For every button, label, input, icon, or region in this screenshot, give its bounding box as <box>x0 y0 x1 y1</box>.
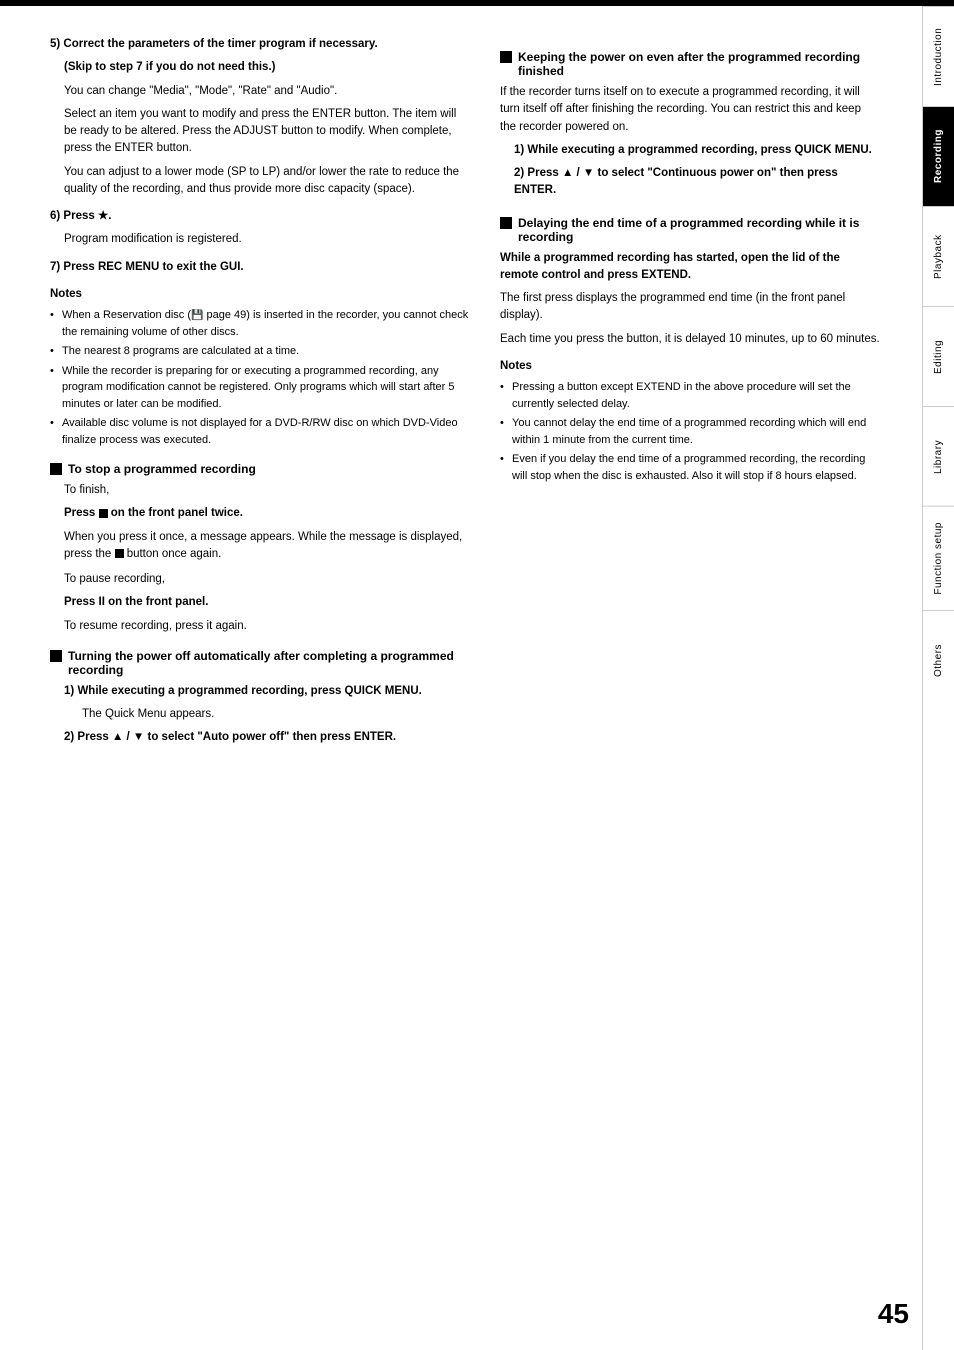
left-note-3: While the recorder is preparing for or e… <box>50 363 470 413</box>
stop-bold1: Press on the front panel twice. <box>64 505 470 522</box>
auto-off-square <box>50 650 62 662</box>
delay-label: Delaying the end time of a programmed re… <box>518 216 880 244</box>
stop-section-square <box>50 463 62 475</box>
step5-para3: You can adjust to a lower mode (SP to LP… <box>64 164 470 199</box>
sidebar-tab-recording[interactable]: Recording <box>923 106 954 206</box>
delay-para2: Each time you press the button, it is de… <box>500 331 880 348</box>
step5-skip: (Skip to step 7 if you do not need this.… <box>64 59 470 76</box>
keep-power-step1: 1) While executing a programmed recordin… <box>514 142 880 159</box>
delay-notes-list: Pressing a button except EXTEND in the a… <box>500 379 880 484</box>
step-6: 6) Press ★. Program modification is regi… <box>50 208 470 249</box>
main-content: 5) Correct the parameters of the timer p… <box>0 6 922 1350</box>
sidebar-tab-playback-label: Playback <box>933 234 944 279</box>
step6-heading: 6) Press ★. <box>50 208 470 225</box>
delay-square <box>500 217 512 229</box>
auto-off-label: Turning the power off automatically afte… <box>68 649 470 677</box>
keep-power-step2-heading: 2) Press ▲ / ▼ to select "Continuous pow… <box>514 165 880 200</box>
auto-off-title: Turning the power off automatically afte… <box>50 649 470 677</box>
left-notes-list: When a Reservation disc (💾 page 49) is i… <box>50 307 470 448</box>
stop-para3: To pause recording, <box>64 571 470 588</box>
left-notes-title: Notes <box>50 286 470 303</box>
step7-heading: 7) Press REC MENU to exit the GUI. <box>50 259 470 276</box>
auto-off-step1-desc: The Quick Menu appears. <box>82 706 470 723</box>
left-notes: Notes When a Reservation disc (💾 page 49… <box>50 286 470 448</box>
page-container: 5) Correct the parameters of the timer p… <box>0 6 954 1350</box>
sidebar: Introduction Recording Playback Editing … <box>922 6 954 1350</box>
stop-para4: To resume recording, press it again. <box>64 618 470 635</box>
sidebar-tab-library-label: Library <box>933 439 944 473</box>
stop-para2: When you press it once, a message appear… <box>64 529 470 564</box>
delay-note-2: You cannot delay the end time of a progr… <box>500 415 880 448</box>
stop-icon1 <box>99 509 108 518</box>
disc-icon: 💾 <box>191 310 203 321</box>
sidebar-tab-others-label: Others <box>933 644 944 677</box>
delay-para1: The first press displays the programmed … <box>500 290 880 325</box>
auto-off-section: Turning the power off automatically afte… <box>50 649 470 747</box>
sidebar-tab-library[interactable]: Library <box>923 406 954 506</box>
keep-power-label: Keeping the power on even after the prog… <box>518 50 880 78</box>
left-note-1: When a Reservation disc (💾 page 49) is i… <box>50 307 470 340</box>
auto-off-step1-num: 1) <box>64 685 74 697</box>
delay-bold-para: While a programmed recording has started… <box>500 250 880 285</box>
delay-notes: Notes Pressing a button except EXTEND in… <box>500 358 880 484</box>
left-column: 5) Correct the parameters of the timer p… <box>50 36 470 1320</box>
step-5: 5) Correct the parameters of the timer p… <box>50 36 470 198</box>
stop-section: To stop a programmed recording To finish… <box>50 462 470 635</box>
step5-heading: 5) Correct the parameters of the timer p… <box>50 36 470 53</box>
delay-note-1: Pressing a button except EXTEND in the a… <box>500 379 880 412</box>
sidebar-tab-function-setup[interactable]: Function setup <box>923 506 954 610</box>
auto-off-step1-heading: 1) While executing a programmed recordin… <box>64 683 470 700</box>
auto-off-step1: 1) While executing a programmed recordin… <box>64 683 470 724</box>
sidebar-tab-introduction[interactable]: Introduction <box>923 6 954 106</box>
keep-power-section: Keeping the power on even after the prog… <box>500 50 880 200</box>
sidebar-tab-playback[interactable]: Playback <box>923 206 954 306</box>
auto-off-step1-text: While executing a programmed recording, … <box>77 685 421 697</box>
right-column: Keeping the power on even after the prog… <box>490 36 880 1320</box>
sidebar-tab-function-setup-label: Function setup <box>933 522 944 595</box>
step5-para1: You can change "Media", "Mode", "Rate" a… <box>64 83 470 100</box>
step6-text: Program modification is registered. <box>64 231 470 248</box>
stop-bold2: Press II on the front panel. <box>64 594 470 611</box>
delay-section: Delaying the end time of a programmed re… <box>500 216 880 485</box>
sidebar-tab-introduction-label: Introduction <box>933 27 944 85</box>
left-note-2: The nearest 8 programs are calculated at… <box>50 343 470 360</box>
keep-power-square <box>500 51 512 63</box>
keep-power-title: Keeping the power on even after the prog… <box>500 50 880 78</box>
stop-section-title: To stop a programmed recording <box>50 462 470 476</box>
step5-para2: Select an item you want to modify and pr… <box>64 106 470 158</box>
step-7: 7) Press REC MENU to exit the GUI. <box>50 259 470 276</box>
keep-power-step1-heading: 1) While executing a programmed recordin… <box>514 142 880 159</box>
delay-note-3: Even if you delay the end time of a prog… <box>500 451 880 484</box>
stop-icon2 <box>115 549 124 558</box>
delay-title: Delaying the end time of a programmed re… <box>500 216 880 244</box>
delay-notes-title: Notes <box>500 358 880 375</box>
sidebar-tab-others[interactable]: Others <box>923 610 954 710</box>
keep-power-para1: If the recorder turns itself on to execu… <box>500 84 880 136</box>
sidebar-tab-recording-label: Recording <box>933 130 944 184</box>
sidebar-tab-editing-label: Editing <box>933 339 944 373</box>
keep-power-step2: 2) Press ▲ / ▼ to select "Continuous pow… <box>514 165 880 200</box>
auto-off-step2: 2) Press ▲ / ▼ to select "Auto power off… <box>64 729 470 746</box>
left-note-4: Available disc volume is not displayed f… <box>50 415 470 448</box>
auto-off-step2-heading: 2) Press ▲ / ▼ to select "Auto power off… <box>64 729 470 746</box>
page-number: 45 <box>878 1298 909 1330</box>
stop-section-label: To stop a programmed recording <box>68 462 256 476</box>
sidebar-tab-editing[interactable]: Editing <box>923 306 954 406</box>
stop-para1: To finish, <box>64 482 470 499</box>
